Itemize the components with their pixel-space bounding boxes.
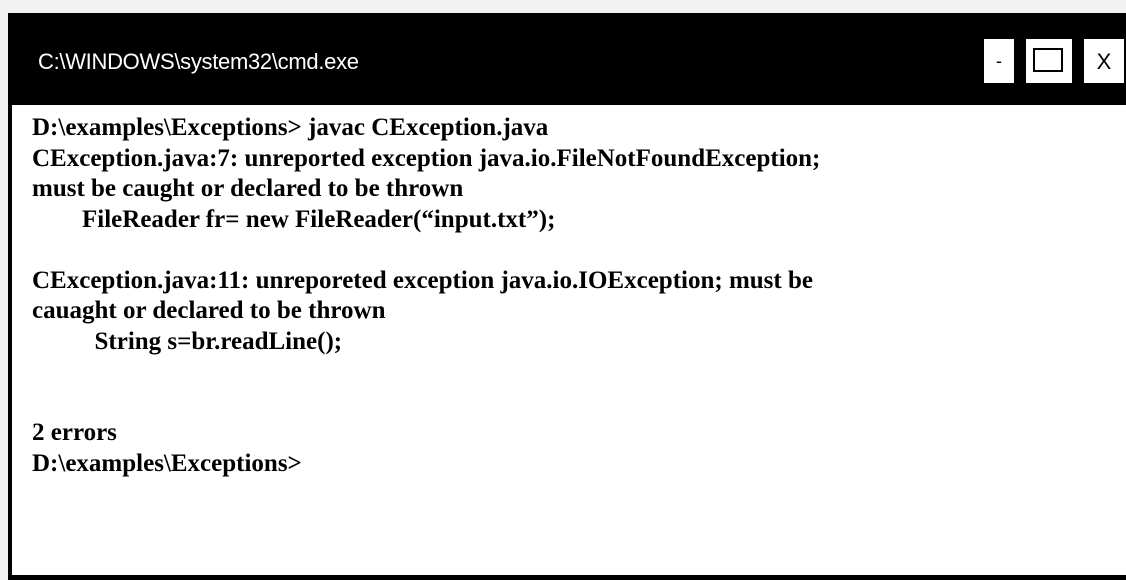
- console-line: D:\examples\Exceptions> javac CException…: [32, 114, 549, 141]
- cmd-window: C:\WINDOWS\system32\cmd.exe - X D:\examp…: [8, 13, 1126, 580]
- maximize-button[interactable]: [1026, 39, 1072, 83]
- console-line: cauaght or declared to be thrown: [32, 297, 386, 324]
- close-button[interactable]: X: [1084, 39, 1124, 83]
- console-line: CException.java:11: unreporeted exceptio…: [32, 266, 813, 294]
- console-prompt[interactable]: D:\examples\Exceptions>: [32, 450, 302, 477]
- minimize-button[interactable]: -: [984, 39, 1014, 83]
- console-line: must be caught or declared to be thrown: [32, 175, 464, 202]
- title-bar[interactable]: C:\WINDOWS\system32\cmd.exe - X: [8, 13, 1126, 105]
- console-line: CException.java:7: unreported exception …: [32, 144, 821, 172]
- console-line: FileReader fr= new FileReader(“input.txt…: [32, 205, 556, 233]
- console-line: String s=br.readLine();: [32, 327, 343, 355]
- maximize-icon: [1033, 48, 1063, 72]
- console-line: 2 errors: [32, 419, 117, 446]
- console-text: D:\examples\Exceptions> javac CException…: [32, 113, 820, 479]
- console-output[interactable]: D:\examples\Exceptions> javac CException…: [12, 105, 1126, 575]
- window-title: C:\WINDOWS\system32\cmd.exe: [38, 49, 359, 74]
